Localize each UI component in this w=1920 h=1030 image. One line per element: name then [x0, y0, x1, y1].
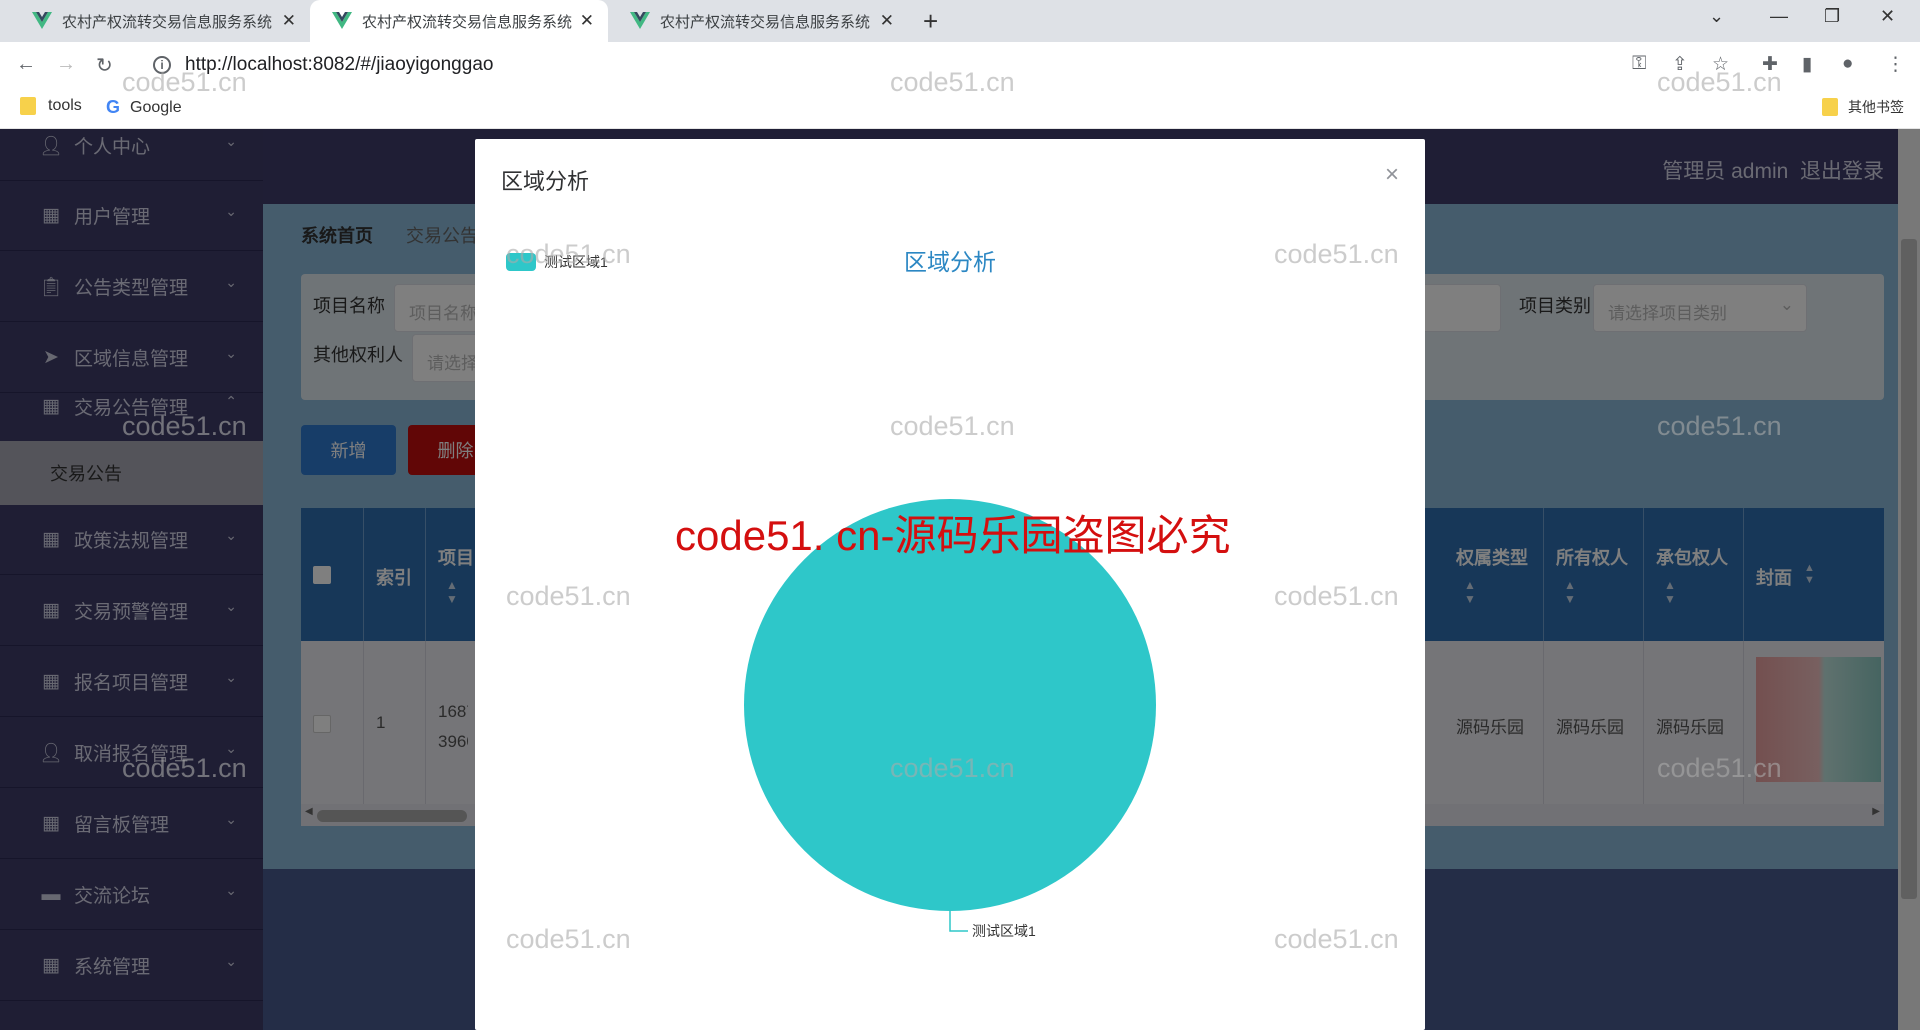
- watermark: code51.cn: [1274, 239, 1399, 269]
- watermark: code51.cn: [890, 753, 1015, 783]
- watermark: code51.cn: [1274, 924, 1399, 954]
- watermark: code51.cn: [506, 581, 631, 611]
- minimize-icon[interactable]: —: [1770, 6, 1788, 27]
- watermark: code51.cn: [1657, 411, 1782, 441]
- vue-logo-icon: [32, 12, 52, 29]
- tab-title: 农村产权流转交易信息服务系统: [660, 13, 871, 31]
- sidepanel-icon[interactable]: ▮: [1802, 53, 1812, 76]
- profile-icon[interactable]: ●: [1842, 53, 1853, 75]
- folder-icon: [1822, 98, 1838, 116]
- browser-tab-2[interactable]: 农村产权流转交易信息服务系统 ✕: [310, 0, 608, 42]
- other-bookmarks-label: 其他书签: [1848, 99, 1904, 115]
- watermark: code51.cn: [122, 67, 247, 97]
- vue-logo-icon: [332, 12, 352, 29]
- app-viewport: 👤︎个人中心⌄ ▦用户管理⌄ 📋︎公告类型管理⌄ ➤区域信息管理⌄ ▦交易公告管…: [0, 67, 1920, 1030]
- tab-title: 农村产权流转交易信息服务系统: [62, 13, 273, 31]
- back-icon[interactable]: ←: [16, 53, 36, 76]
- reload-icon[interactable]: ↻: [96, 53, 113, 78]
- close-tab-icon[interactable]: ✕: [880, 11, 894, 31]
- vue-logo-icon: [630, 12, 650, 29]
- watermark: code51.cn: [1657, 67, 1782, 97]
- tab-title: 农村产权流转交易信息服务系统: [362, 13, 572, 31]
- close-tab-icon[interactable]: ✕: [282, 11, 296, 31]
- close-window-icon[interactable]: ✕: [1880, 6, 1895, 27]
- watermark: code51.cn: [506, 239, 631, 269]
- browser-tab-3[interactable]: 农村产权流转交易信息服务系统 ✕: [608, 0, 908, 42]
- forward-icon[interactable]: →: [56, 53, 76, 76]
- restore-icon[interactable]: ❐: [1824, 6, 1840, 27]
- copyright-banner: code51. cn-源码乐园盗图必究: [675, 512, 1231, 559]
- menu-dots-icon[interactable]: ⋮: [1886, 53, 1905, 76]
- label-leader-line: [949, 911, 968, 932]
- watermark: code51.cn: [890, 67, 1015, 97]
- slice-label: 测试区域1: [972, 923, 1036, 939]
- tab-search-icon[interactable]: ⌄: [1709, 6, 1724, 27]
- browser-tab-1[interactable]: 农村产权流转交易信息服务系统 ✕: [10, 0, 310, 42]
- watermark: code51.cn: [1657, 753, 1782, 783]
- tab-bar: 农村产权流转交易信息服务系统 ✕ 农村产权流转交易信息服务系统 ✕ 农村产权流转…: [0, 0, 1920, 42]
- modal-overlay[interactable]: 区域分析 × 区域分析 测试区域1 测试区域1: [0, 129, 1920, 1030]
- watermark: code51.cn: [506, 924, 631, 954]
- watermark: code51.cn: [122, 411, 247, 441]
- close-tab-icon[interactable]: ✕: [580, 11, 594, 31]
- watermark: code51.cn: [1274, 581, 1399, 611]
- watermark: code51.cn: [890, 411, 1015, 441]
- key-icon[interactable]: ⚿: [1632, 53, 1646, 75]
- browser-chrome: 农村产权流转交易信息服务系统 ✕ 农村产权流转交易信息服务系统 ✕ 农村产权流转…: [0, 0, 1920, 129]
- new-tab-icon[interactable]: +: [923, 6, 938, 37]
- watermark: code51.cn: [122, 753, 247, 783]
- other-bookmarks[interactable]: 其他书签: [1822, 97, 1904, 117]
